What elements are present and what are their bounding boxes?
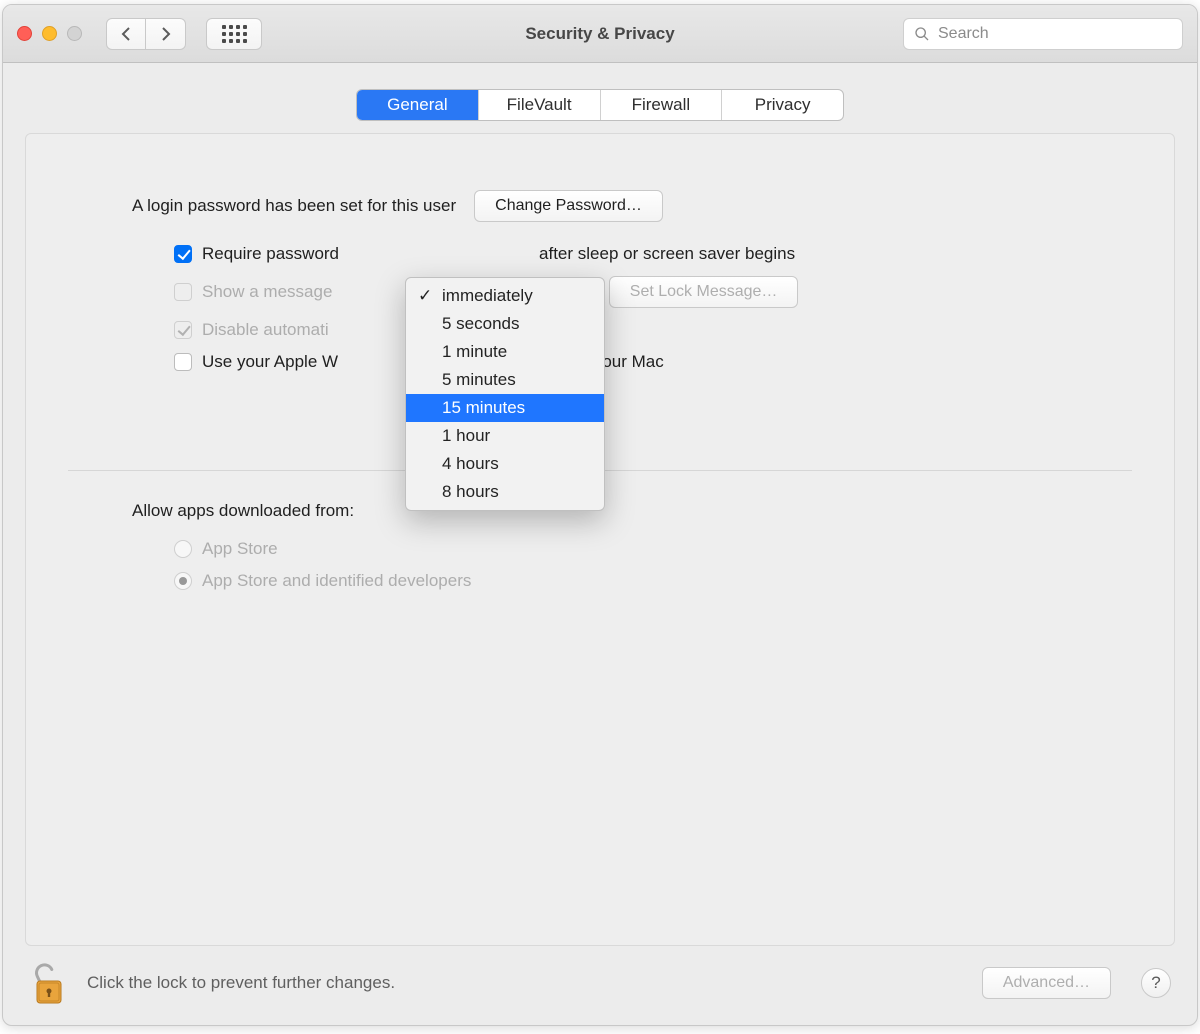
minimize-icon[interactable] [42, 26, 57, 41]
general-panel: A login password has been set for this u… [25, 133, 1175, 946]
dropdown-option-15-minutes[interactable]: 15 minutes [406, 394, 604, 422]
footer: Click the lock to prevent further change… [3, 945, 1197, 1025]
apple-watch-pre: Use your Apple W [202, 352, 338, 372]
show-all-button[interactable] [206, 18, 262, 50]
tab-bar: General FileVault Firewall Privacy [356, 89, 844, 121]
search-placeholder: Search [938, 25, 989, 43]
apple-watch-checkbox[interactable] [174, 353, 192, 371]
close-icon[interactable] [17, 26, 32, 41]
allow-identified-radio [174, 572, 192, 590]
zoom-icon [67, 26, 82, 41]
tab-firewall[interactable]: Firewall [601, 90, 723, 120]
forward-button[interactable] [146, 18, 186, 50]
tab-privacy[interactable]: Privacy [722, 90, 843, 120]
dropdown-option-5-minutes[interactable]: 5 minutes [406, 366, 604, 394]
allow-identified-label: App Store and identified developers [202, 571, 471, 591]
question-mark-icon: ? [1151, 973, 1160, 993]
tab-general[interactable]: General [357, 90, 479, 120]
require-password-post: after sleep or screen saver begins [539, 244, 795, 264]
search-icon [914, 26, 930, 42]
require-password-checkbox[interactable] [174, 245, 192, 263]
login-password-text: A login password has been set for this u… [132, 196, 456, 216]
dropdown-option-8-hours[interactable]: 8 hours [406, 478, 604, 506]
require-password-delay-dropdown[interactable]: immediately 5 seconds 1 minute 5 minutes… [405, 277, 605, 511]
back-button[interactable] [106, 18, 146, 50]
chevron-right-icon [160, 26, 172, 42]
footer-text: Click the lock to prevent further change… [87, 973, 395, 993]
advanced-button[interactable]: Advanced… [982, 967, 1111, 999]
disable-auto-login-text: Disable automati [202, 320, 329, 340]
dropdown-option-4-hours[interactable]: 4 hours [406, 450, 604, 478]
lock-message-row: Show a message s locked Set Lock Message… [174, 276, 1118, 308]
dropdown-option-1-hour[interactable]: 1 hour [406, 422, 604, 450]
change-password-button[interactable]: Change Password… [474, 190, 663, 222]
disable-auto-login-checkbox [174, 321, 192, 339]
tab-filevault[interactable]: FileVault [479, 90, 601, 120]
unlock-icon[interactable] [29, 961, 69, 1005]
allow-apps-title: Allow apps downloaded from: [132, 501, 1118, 521]
apple-watch-row: Use your Apple W ps and your Mac [174, 352, 1118, 372]
grid-icon [222, 25, 247, 43]
lock-message-pre: Show a message [202, 282, 332, 302]
help-button[interactable]: ? [1141, 968, 1171, 998]
chevron-left-icon [120, 26, 132, 42]
nav-buttons [106, 18, 186, 50]
content-area: General FileVault Firewall Privacy A log… [3, 63, 1197, 1025]
set-lock-message-button: Set Lock Message… [609, 276, 799, 308]
login-password-row: A login password has been set for this u… [132, 190, 1118, 222]
window-controls [17, 26, 82, 41]
require-password-pre: Require password [202, 244, 339, 264]
search-input[interactable]: Search [903, 18, 1183, 50]
allow-appstore-radio [174, 540, 192, 558]
allow-appstore-label: App Store [202, 539, 278, 559]
lock-message-checkbox [174, 283, 192, 301]
dropdown-option-immediately[interactable]: immediately [406, 282, 604, 310]
allow-appstore-row: App Store [174, 539, 1118, 559]
dropdown-option-1-minute[interactable]: 1 minute [406, 338, 604, 366]
dropdown-option-5-seconds[interactable]: 5 seconds [406, 310, 604, 338]
system-preferences-window: Security & Privacy Search General FileVa… [2, 4, 1198, 1026]
require-password-row: Require password after sleep or screen s… [174, 244, 1118, 264]
disable-auto-row: Disable automati [174, 320, 1118, 340]
allow-identified-row: App Store and identified developers [174, 571, 1118, 591]
titlebar: Security & Privacy Search [3, 5, 1197, 63]
